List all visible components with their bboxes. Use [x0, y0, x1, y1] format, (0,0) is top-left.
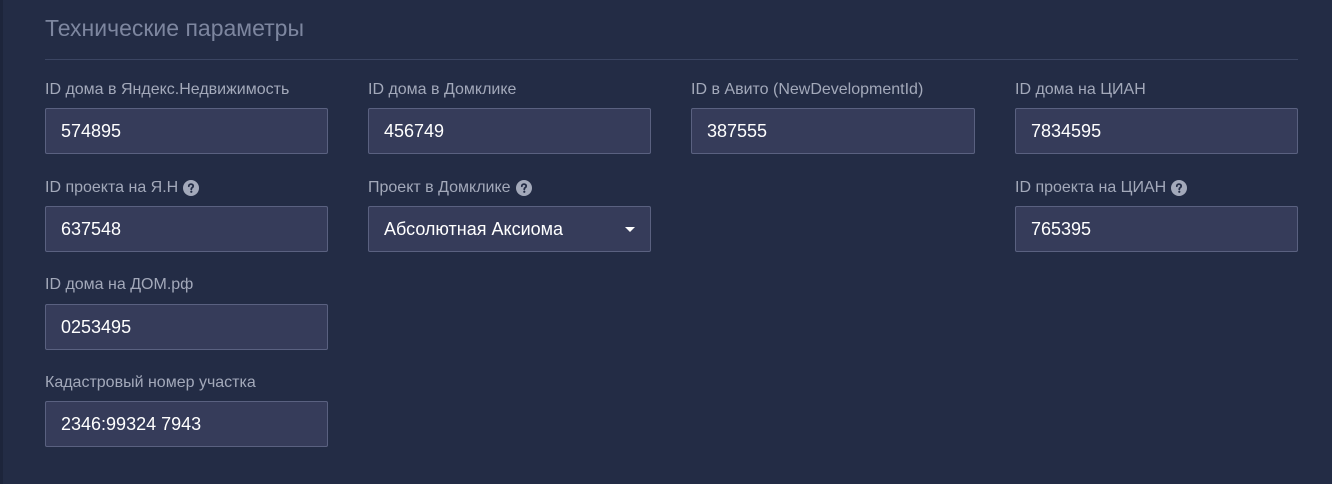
cian-house-id-input[interactable]	[1015, 108, 1298, 154]
cian-house-id-label-text: ID дома на ЦИАН	[1015, 81, 1146, 98]
domclick-house-id-input[interactable]	[368, 108, 651, 154]
domclick-project-label-text: Проект в Домклике	[368, 179, 511, 196]
cian-project-id-input[interactable]	[1015, 206, 1298, 252]
avito-id-label-text: ID в Авито (NewDevelopmentId)	[691, 81, 924, 98]
yandex-project-id-label-text: ID проекта на Я.Н	[45, 179, 179, 196]
question-circle-icon[interactable]	[515, 180, 532, 196]
caret-down-icon	[625, 226, 635, 232]
domrf-house-id-label-text: ID дома на ДОМ.рф	[45, 276, 194, 293]
domclick-project-select[interactable]: Абсолютная Аксиома	[368, 206, 651, 252]
section-divider	[45, 59, 1298, 60]
cadastral-number-input[interactable]	[45, 401, 328, 447]
domclick-project-label: Проект в Домклике	[368, 178, 532, 198]
cian-house-id-label: ID дома на ЦИАН	[1015, 80, 1146, 100]
cian-project-id-label: ID проекта на ЦИАН	[1015, 178, 1188, 198]
question-circle-icon[interactable]	[1171, 180, 1188, 196]
yandex-house-id-input[interactable]	[45, 108, 328, 154]
domrf-house-id-label: ID дома на ДОМ.рф	[45, 275, 193, 295]
yandex-house-id-label: ID дома в Яндекс.Недвижимость	[45, 80, 289, 100]
panel-left-edge	[0, 0, 3, 484]
domclick-house-id-label-text: ID дома в Домклике	[368, 81, 517, 98]
avito-id-label: ID в Авито (NewDevelopmentId)	[691, 80, 923, 100]
technical-parameters-panel: Технические параметры ID дома в Яндекс.Н…	[0, 0, 1332, 484]
yandex-project-id-input[interactable]	[45, 206, 328, 252]
yandex-project-id-label: ID проекта на Я.Н	[45, 178, 200, 198]
domrf-house-id-input[interactable]	[45, 304, 328, 350]
domclick-project-selected-value: Абсолютная Аксиома	[384, 218, 564, 239]
domclick-house-id-label: ID дома в Домклике	[368, 80, 516, 100]
cian-project-id-label-text: ID проекта на ЦИАН	[1015, 179, 1167, 196]
cadastral-number-label-text: Кадастровый номер участка	[45, 374, 256, 391]
section-title: Технические параметры	[45, 15, 304, 41]
yandex-house-id-label-text: ID дома в Яндекс.Недвижимость	[45, 81, 290, 98]
question-circle-icon[interactable]	[183, 180, 200, 196]
avito-id-input[interactable]	[691, 108, 975, 154]
cadastral-number-label: Кадастровый номер участка	[45, 373, 256, 393]
